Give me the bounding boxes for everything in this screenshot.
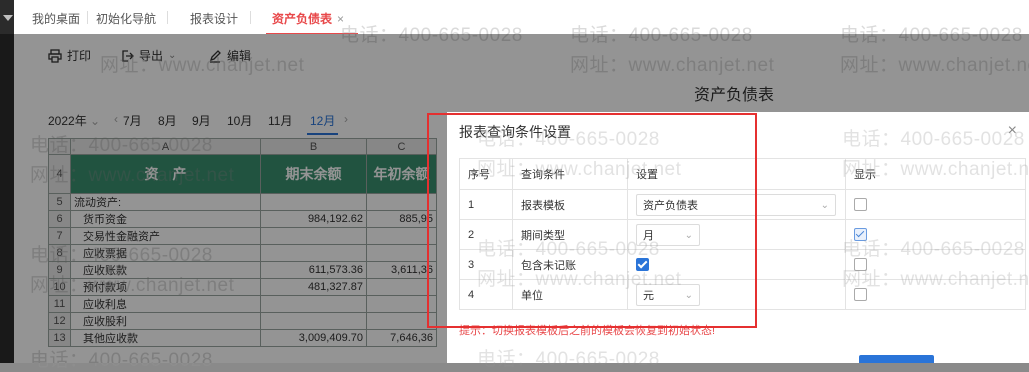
tab-balance-sheet[interactable]: 资产负债表 ×: [266, 10, 359, 35]
row-seq: 2: [459, 219, 513, 250]
row-condition: 单位: [512, 279, 628, 310]
tab-divider: [167, 11, 168, 24]
column-header-setting: 设置: [627, 158, 846, 190]
select-value: 资产负债表: [643, 199, 698, 212]
show-checkbox-unit[interactable]: [854, 288, 867, 301]
report-template-select[interactable]: 资产负债表 ⌄: [636, 193, 836, 216]
close-icon[interactable]: ×: [1008, 122, 1017, 140]
table-row: 2 期间类型 月 ⌄: [459, 219, 1026, 250]
tab-divider: [250, 11, 251, 24]
show-checkbox-unposted[interactable]: [854, 258, 867, 271]
row-seq: 4: [459, 279, 513, 310]
select-value: 月: [643, 229, 654, 242]
chevron-down-icon: ⌄: [820, 199, 829, 211]
tab-divider: [87, 11, 88, 24]
column-header-show: 显示: [845, 158, 1026, 190]
column-header-condition: 查询条件: [512, 158, 628, 190]
watermark-phone: 电话：400-665-0028: [842, 129, 1025, 150]
select-value: 元: [643, 289, 654, 302]
tab-bar: 我的桌面 初始化导航 报表设计 资产负债表 ×: [14, 0, 1029, 35]
dialog-title: 报表查询条件设置: [459, 124, 571, 140]
unit-select[interactable]: 元 ⌄: [636, 283, 700, 306]
watermark-phone: 电话：400-665-0028: [477, 349, 660, 370]
show-checkbox-period-type[interactable]: [854, 228, 867, 241]
row-seq: 1: [459, 189, 513, 220]
row-seq: 3: [459, 249, 513, 280]
period-type-select[interactable]: 月 ⌄: [636, 223, 700, 246]
tab-report-design[interactable]: 报表设计: [190, 10, 238, 27]
tab-my-desktop[interactable]: 我的桌面: [32, 10, 80, 27]
table-row: 4 单位 元 ⌄: [459, 279, 1026, 310]
chevron-down-icon: ⌄: [684, 289, 693, 301]
table-row: 1 报表模板 资产负债表 ⌄: [459, 189, 1026, 220]
row-condition: 报表模板: [512, 189, 628, 220]
row-condition: 包含未记账: [512, 249, 628, 280]
include-unposted-checkbox[interactable]: [636, 258, 649, 271]
confirm-button[interactable]: [859, 355, 934, 363]
show-checkbox-template[interactable]: [854, 198, 867, 211]
column-header-seq: 序号: [459, 158, 513, 190]
tab-label: 资产负债表: [272, 12, 333, 26]
close-icon[interactable]: ×: [337, 12, 344, 26]
tab-init-guide[interactable]: 初始化导航: [96, 10, 156, 27]
chevron-down-icon[interactable]: [3, 15, 13, 21]
dialog-tip: 提示：切换报表模板后之前的模板会恢复到初始状态!: [459, 325, 716, 337]
query-conditions-table: 序号 查询条件 设置 显示 1 报表模板 资产负债表 ⌄ 2 期间类型 月 ⌄ 3 …: [459, 158, 1026, 310]
query-settings-dialog: 报表查询条件设置 × 序号 查询条件 设置 显示 1 报表模板 资产负债表 ⌄ 2…: [447, 112, 1029, 370]
chevron-down-icon: ⌄: [684, 229, 693, 241]
table-row: 3 包含未记账: [459, 249, 1026, 280]
row-condition: 期间类型: [512, 219, 628, 250]
